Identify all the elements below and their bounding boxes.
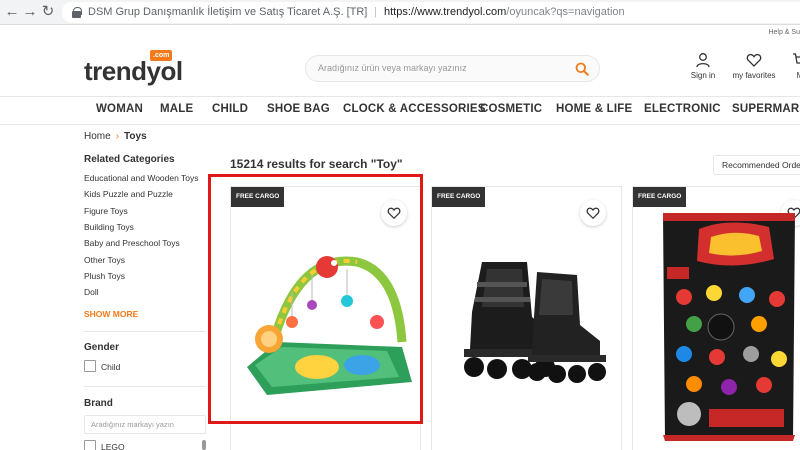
search-placeholder: Aradığınız ürün veya markayı yazınız <box>318 63 467 73</box>
gender-child-checkbox[interactable] <box>84 360 96 372</box>
favorites-button[interactable]: my favorites <box>730 52 778 80</box>
breadcrumb: Home › Toys <box>84 131 147 142</box>
sidebar-divider <box>84 331 206 332</box>
address-separator: | <box>374 6 377 18</box>
product-card[interactable]: FREE CARGO <box>431 186 622 450</box>
favorites-label: my favorites <box>732 71 776 80</box>
cart-icon <box>793 53 800 64</box>
category-supermarket[interactable]: SUPERMARKET <box>732 103 800 115</box>
browser-toolbar: ← → ↻ DSM Grup Danışmanlık İletişim ve S… <box>0 0 800 25</box>
brand-lego-label: LEGO <box>101 442 125 450</box>
search-icon[interactable] <box>575 62 589 76</box>
category-cosmetic[interactable]: COSMETIC <box>480 103 542 115</box>
brand-search-input[interactable]: Aradığınız markayı yazın <box>84 415 206 434</box>
related-category-item[interactable]: Figure Toys <box>84 206 128 216</box>
product-image-inline-skates[interactable] <box>442 257 617 397</box>
gender-title: Gender <box>84 342 120 353</box>
signin-button[interactable]: Sign in <box>686 52 720 80</box>
lock-icon <box>72 7 82 18</box>
brand-search-placeholder: Aradığınız markayı yazın <box>91 420 174 429</box>
category-home-life[interactable]: HOME & LIFE <box>556 103 632 115</box>
certificate-org: DSM Grup Danışmanlık İletişim ve Satış T… <box>88 6 368 18</box>
address-bar[interactable]: DSM Grup Danışmanlık İletişim ve Satış T… <box>62 2 800 23</box>
user-icon <box>696 53 710 68</box>
related-category-item[interactable]: Other Toys <box>84 255 125 265</box>
brand-list-scrollbar[interactable] <box>202 440 206 450</box>
url-text: https://www.trendyol.com/oyuncak?qs=navi… <box>384 6 625 18</box>
show-more-link[interactable]: SHOW MORE <box>84 309 138 319</box>
arrow-right-icon[interactable]: → <box>22 4 38 20</box>
related-category-item[interactable]: Doll <box>84 287 99 297</box>
related-category-item[interactable]: Plush Toys <box>84 271 125 281</box>
brand-lego-checkbox[interactable] <box>84 440 96 450</box>
sort-dropdown[interactable]: Recommended Order <box>713 155 800 175</box>
category-woman[interactable]: WOMAN <box>96 103 143 115</box>
breadcrumb-home[interactable]: Home <box>84 131 111 142</box>
search-input[interactable]: Aradığınız ürün veya markayı yazınız <box>305 55 600 82</box>
category-clock-accessories[interactable]: CLOCK & ACCESSORIES <box>343 103 486 115</box>
product-card[interactable]: FREE CARGO <box>632 186 800 450</box>
heart-icon <box>586 207 600 220</box>
logo-badge: .com <box>150 50 173 61</box>
category-child[interactable]: CHILD <box>212 103 248 115</box>
reload-icon[interactable]: ↻ <box>40 4 56 20</box>
signin-label: Sign in <box>690 71 716 80</box>
category-male[interactable]: MALE <box>160 103 193 115</box>
help-link[interactable]: Help & Su <box>768 29 800 36</box>
favorite-button[interactable] <box>580 200 606 226</box>
related-categories-title: Related Categories <box>84 154 175 165</box>
sidebar-divider <box>84 386 206 387</box>
category-shoe-bag[interactable]: SHOE BAG <box>267 103 330 115</box>
gender-child-label: Child <box>101 362 121 372</box>
category-electronic[interactable]: ELECTRONIC <box>644 103 721 115</box>
related-category-item[interactable]: Kids Puzzle and Puzzle <box>84 189 173 199</box>
results-summary: 15214 results for search "Toy" <box>230 157 403 171</box>
chevron-right-icon: › <box>115 131 120 142</box>
category-nav: WOMAN MALE CHILD SHOE BAG CLOCK & ACCESS… <box>0 96 800 125</box>
related-category-item[interactable]: Educational and Wooden Toys <box>84 173 199 183</box>
cart-label: M <box>796 71 800 80</box>
arrow-left-icon[interactable]: ← <box>4 4 20 20</box>
heart-icon <box>746 53 762 67</box>
cart-button[interactable]: M <box>790 52 800 80</box>
related-category-item[interactable]: Building Toys <box>84 222 134 232</box>
breadcrumb-current: Toys <box>124 131 147 142</box>
free-cargo-badge: FREE CARGO <box>633 187 687 207</box>
product-image-cars-blind-bag[interactable] <box>659 209 799 447</box>
brand-title: Brand <box>84 398 113 409</box>
free-cargo-badge: FREE CARGO <box>432 187 486 207</box>
highlight-box <box>208 174 423 424</box>
related-category-item[interactable]: Baby and Preschool Toys <box>84 238 180 248</box>
